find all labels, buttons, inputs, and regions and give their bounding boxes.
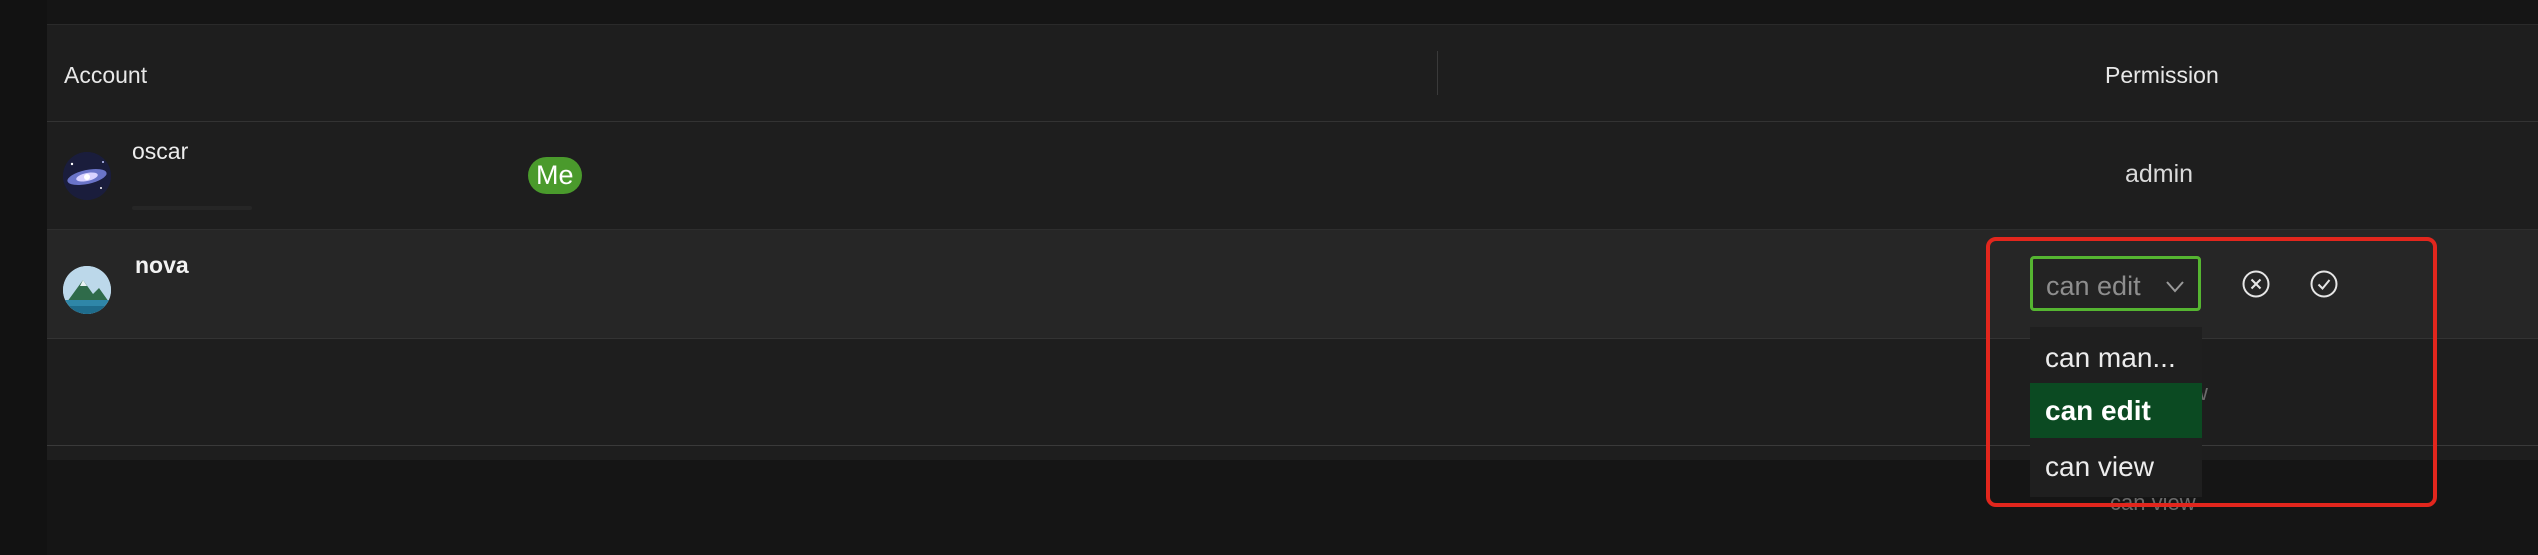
column-header-account: Account (64, 62, 148, 88)
landscape-avatar-icon (63, 266, 111, 314)
column-resize-divider[interactable] (1437, 51, 1438, 95)
galaxy-avatar-icon (63, 152, 111, 200)
table-row: oscar Me admin (47, 122, 2538, 230)
column-header-permission: Permission (2105, 62, 2219, 88)
left-gutter (0, 0, 47, 555)
permission-value: admin (2125, 160, 2194, 188)
highlight-annotation (1986, 237, 2437, 507)
avatar (63, 266, 111, 314)
avatar (63, 152, 111, 200)
account-subtitle-placeholder (132, 206, 252, 210)
me-badge: Me (528, 157, 582, 194)
account-name: oscar (132, 138, 189, 164)
account-name: nova (135, 252, 189, 278)
table-header: Account Permission (47, 25, 2538, 122)
